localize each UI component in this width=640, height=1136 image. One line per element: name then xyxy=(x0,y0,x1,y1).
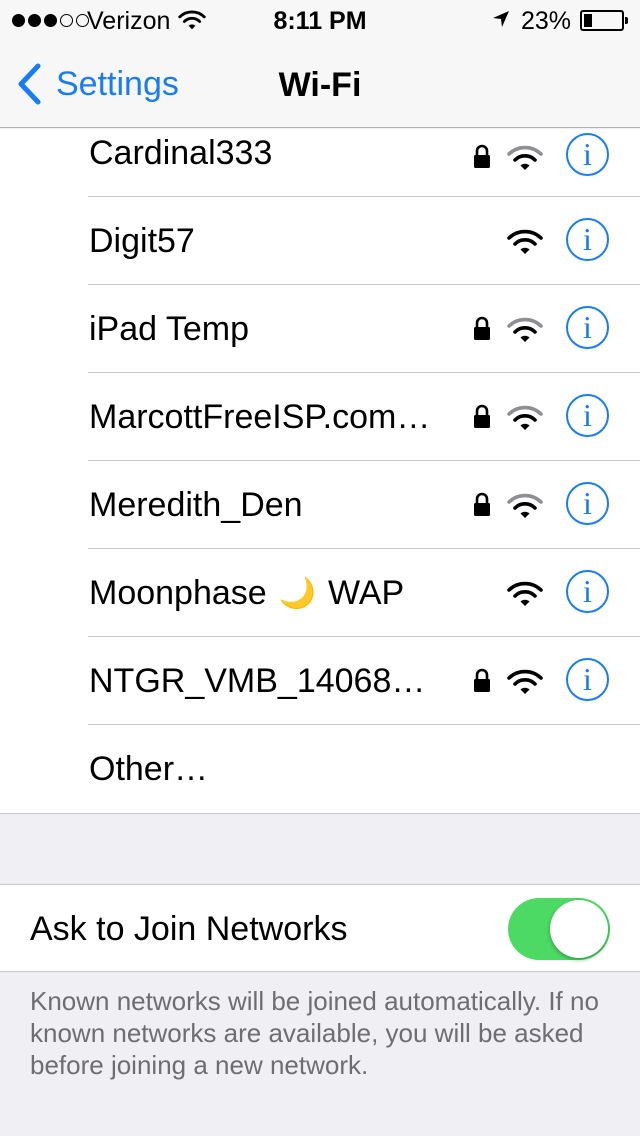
lock-icon xyxy=(472,143,492,171)
info-button[interactable]: i xyxy=(566,218,609,261)
info-button[interactable]: i xyxy=(566,570,609,613)
wifi-icon xyxy=(507,581,543,607)
network-name: Meredith_Den xyxy=(89,485,303,524)
network-row[interactable]: Digit57 i xyxy=(0,197,640,285)
network-list: Cardinal333 i Digit57 i iPad Temp i Marc… xyxy=(0,129,640,814)
network-row[interactable]: Cardinal333 i xyxy=(0,129,640,197)
network-name-suffix: WAP xyxy=(328,573,405,612)
network-name: iPad Temp xyxy=(89,309,250,348)
ask-to-join-label: Ask to Join Networks xyxy=(30,909,348,948)
lock-icon xyxy=(472,667,492,695)
info-button[interactable]: i xyxy=(566,658,609,701)
lock-icon xyxy=(472,403,492,431)
network-name: Cardinal333 xyxy=(89,134,273,172)
info-button[interactable]: i xyxy=(566,482,609,525)
network-name: Moonphase 🌙 WAP xyxy=(89,549,404,637)
ask-to-join-row: Ask to Join Networks xyxy=(0,884,640,972)
location-arrow-icon xyxy=(492,10,510,33)
network-row[interactable]: Moonphase 🌙 WAP i xyxy=(0,549,640,637)
info-button[interactable]: i xyxy=(566,133,609,176)
wifi-icon xyxy=(507,405,543,431)
info-button[interactable]: i xyxy=(566,394,609,437)
network-name: Digit57 xyxy=(89,221,195,260)
lock-icon xyxy=(472,315,492,343)
lock-icon xyxy=(472,491,492,519)
wifi-icon xyxy=(507,229,543,255)
other-network-row[interactable]: Other… xyxy=(0,725,640,813)
wifi-icon xyxy=(507,145,543,171)
network-row[interactable]: iPad Temp i xyxy=(0,285,640,373)
page-title: Wi-Fi xyxy=(278,66,362,104)
wifi-icon xyxy=(507,493,543,519)
ask-to-join-footnote: Known networks will be joined automatica… xyxy=(30,986,599,1080)
network-name-prefix: Moonphase xyxy=(89,573,267,612)
ask-to-join-toggle[interactable] xyxy=(508,898,610,960)
battery-percentage: 23% xyxy=(521,7,572,35)
network-row[interactable]: MarcottFreeISP.com… i xyxy=(0,373,640,461)
network-row[interactable]: NTGR_VMB_14068… i xyxy=(0,637,640,725)
wifi-icon xyxy=(507,317,543,343)
toggle-knob xyxy=(550,900,608,958)
wifi-icon xyxy=(507,669,543,695)
battery-icon xyxy=(580,10,628,31)
info-button[interactable]: i xyxy=(566,306,609,349)
status-bar: Verizon 8:11 PM 23% xyxy=(0,0,640,40)
moon-emoji-icon: 🌙 xyxy=(278,576,317,610)
network-name: NTGR_VMB_14068… xyxy=(89,661,426,700)
navigation-header: Verizon 8:11 PM 23% Settings Wi-Fi xyxy=(0,0,640,128)
network-row[interactable]: Meredith_Den i xyxy=(0,461,640,549)
battery-fill xyxy=(584,14,592,27)
network-name: MarcottFreeISP.com… xyxy=(89,397,431,436)
other-network-label: Other… xyxy=(89,749,209,788)
